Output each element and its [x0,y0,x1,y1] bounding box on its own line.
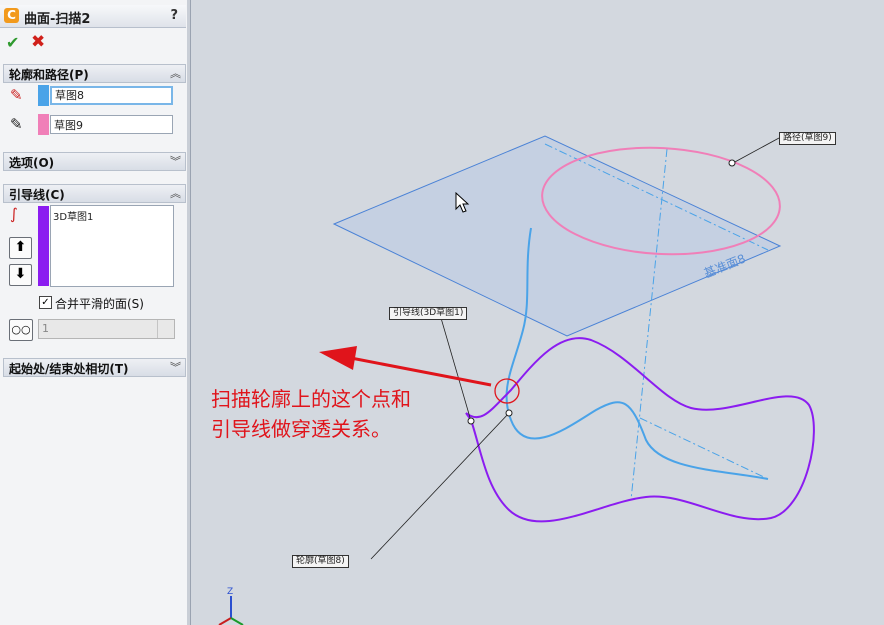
leader-profile-dot [505,409,513,417]
callout-guide: 引导线(3D草图1) [389,307,468,320]
help-button[interactable]: ? [170,8,178,23]
property-manager-panel: C 曲面-扫描2 ? ✔ ✖ 轮廓和路径(P) ︽ ✎ 草图8 ✎ 草图9 选项… [0,0,188,625]
guide-curves-list[interactable]: 3D草图1 [50,205,174,287]
x-icon: ✖ [31,32,46,52]
callout-path: 路径(草图9) [779,132,836,145]
collapse-chevron-icon[interactable]: ︽ [170,65,181,81]
group-options-header[interactable]: 选项(O) ︾ [3,152,186,171]
group-options-label: 选项(O) [9,156,55,170]
profile-selection-field[interactable]: 草图8 [50,86,173,105]
leader-path-dot [728,159,736,167]
profile-icon: ✎ [10,86,23,104]
glasses-icon: ○○ [11,323,31,336]
expand-chevron-icon[interactable]: ︾ [170,153,181,169]
guide-curve-icon: ∫ [10,205,18,223]
leader-guide [440,317,472,422]
arrow-down-icon: ⬇ [14,266,27,282]
group-guides-header[interactable]: 引导线(C) ︽ [3,184,186,203]
panel-title: 曲面-扫描2 [24,12,91,27]
mouse-cursor-icon [455,192,470,213]
move-up-button[interactable]: ⬆ [9,237,32,259]
leader-profile [370,412,510,560]
graphics-area[interactable]: 基准面8 Z 路径(草图9) 引导线(3D草图1) 轮廓(草图8) 扫描轮廓上的… [191,0,884,625]
path-color-swatch [38,114,49,135]
callout-profile: 轮廓(草图8) [292,555,349,568]
arrow-up-icon: ⬆ [14,239,27,255]
reference-plane [332,135,782,337]
profile-color-swatch [38,85,49,106]
group-profile-path-label: 轮廓和路径(P) [9,68,89,82]
path-icon: ✎ [10,115,23,133]
annotation-arrow-head [319,346,357,370]
group-guides-label: 引导线(C) [9,188,65,202]
profile-curve [465,337,815,523]
ok-button[interactable]: ✔ [6,33,19,52]
show-sections-button[interactable]: ○○ [9,319,33,341]
move-down-button[interactable]: ⬇ [9,264,32,286]
list-item[interactable]: 3D草图1 [53,208,171,223]
expand-chevron-icon[interactable]: ︾ [170,359,181,375]
model-view: 基准面8 Z [218,135,815,625]
annotation-text-line1: 扫描轮廓上的这个点和 [211,387,411,411]
triad-z-label: Z [227,587,233,597]
spinner-value: 1 [42,322,49,335]
spinner-buttons[interactable] [157,320,174,338]
annotation-arrow-shaft [350,356,492,387]
guide-color-swatch [38,206,49,286]
annotation-text-line2: 引导线做穿透关系。 [211,417,391,441]
cancel-button[interactable]: ✖ [31,32,45,52]
section-number-spinner[interactable]: 1 [38,319,175,339]
triad-y-axis [230,617,244,625]
triad-x-axis [218,617,232,625]
leader-guide-dot [467,417,475,425]
merge-smooth-faces-checkbox[interactable]: ✓ [39,296,52,309]
group-tangency-label: 起始处/结束处相切(T) [9,362,129,376]
panel-title-bar: C 曲面-扫描2 ? [0,5,186,28]
path-selection-field[interactable]: 草图9 [50,115,173,134]
leader-path [732,137,780,164]
group-tangency-header[interactable]: 起始处/结束处相切(T) ︾ [3,358,186,377]
merge-smooth-faces-label: 合并平滑的面(S) [55,297,144,311]
checkmark-icon: ✔ [6,33,20,52]
sweep-surface-icon: C [4,8,19,23]
collapse-chevron-icon[interactable]: ︽ [170,185,181,201]
group-profile-path-header[interactable]: 轮廓和路径(P) ︽ [3,64,186,83]
